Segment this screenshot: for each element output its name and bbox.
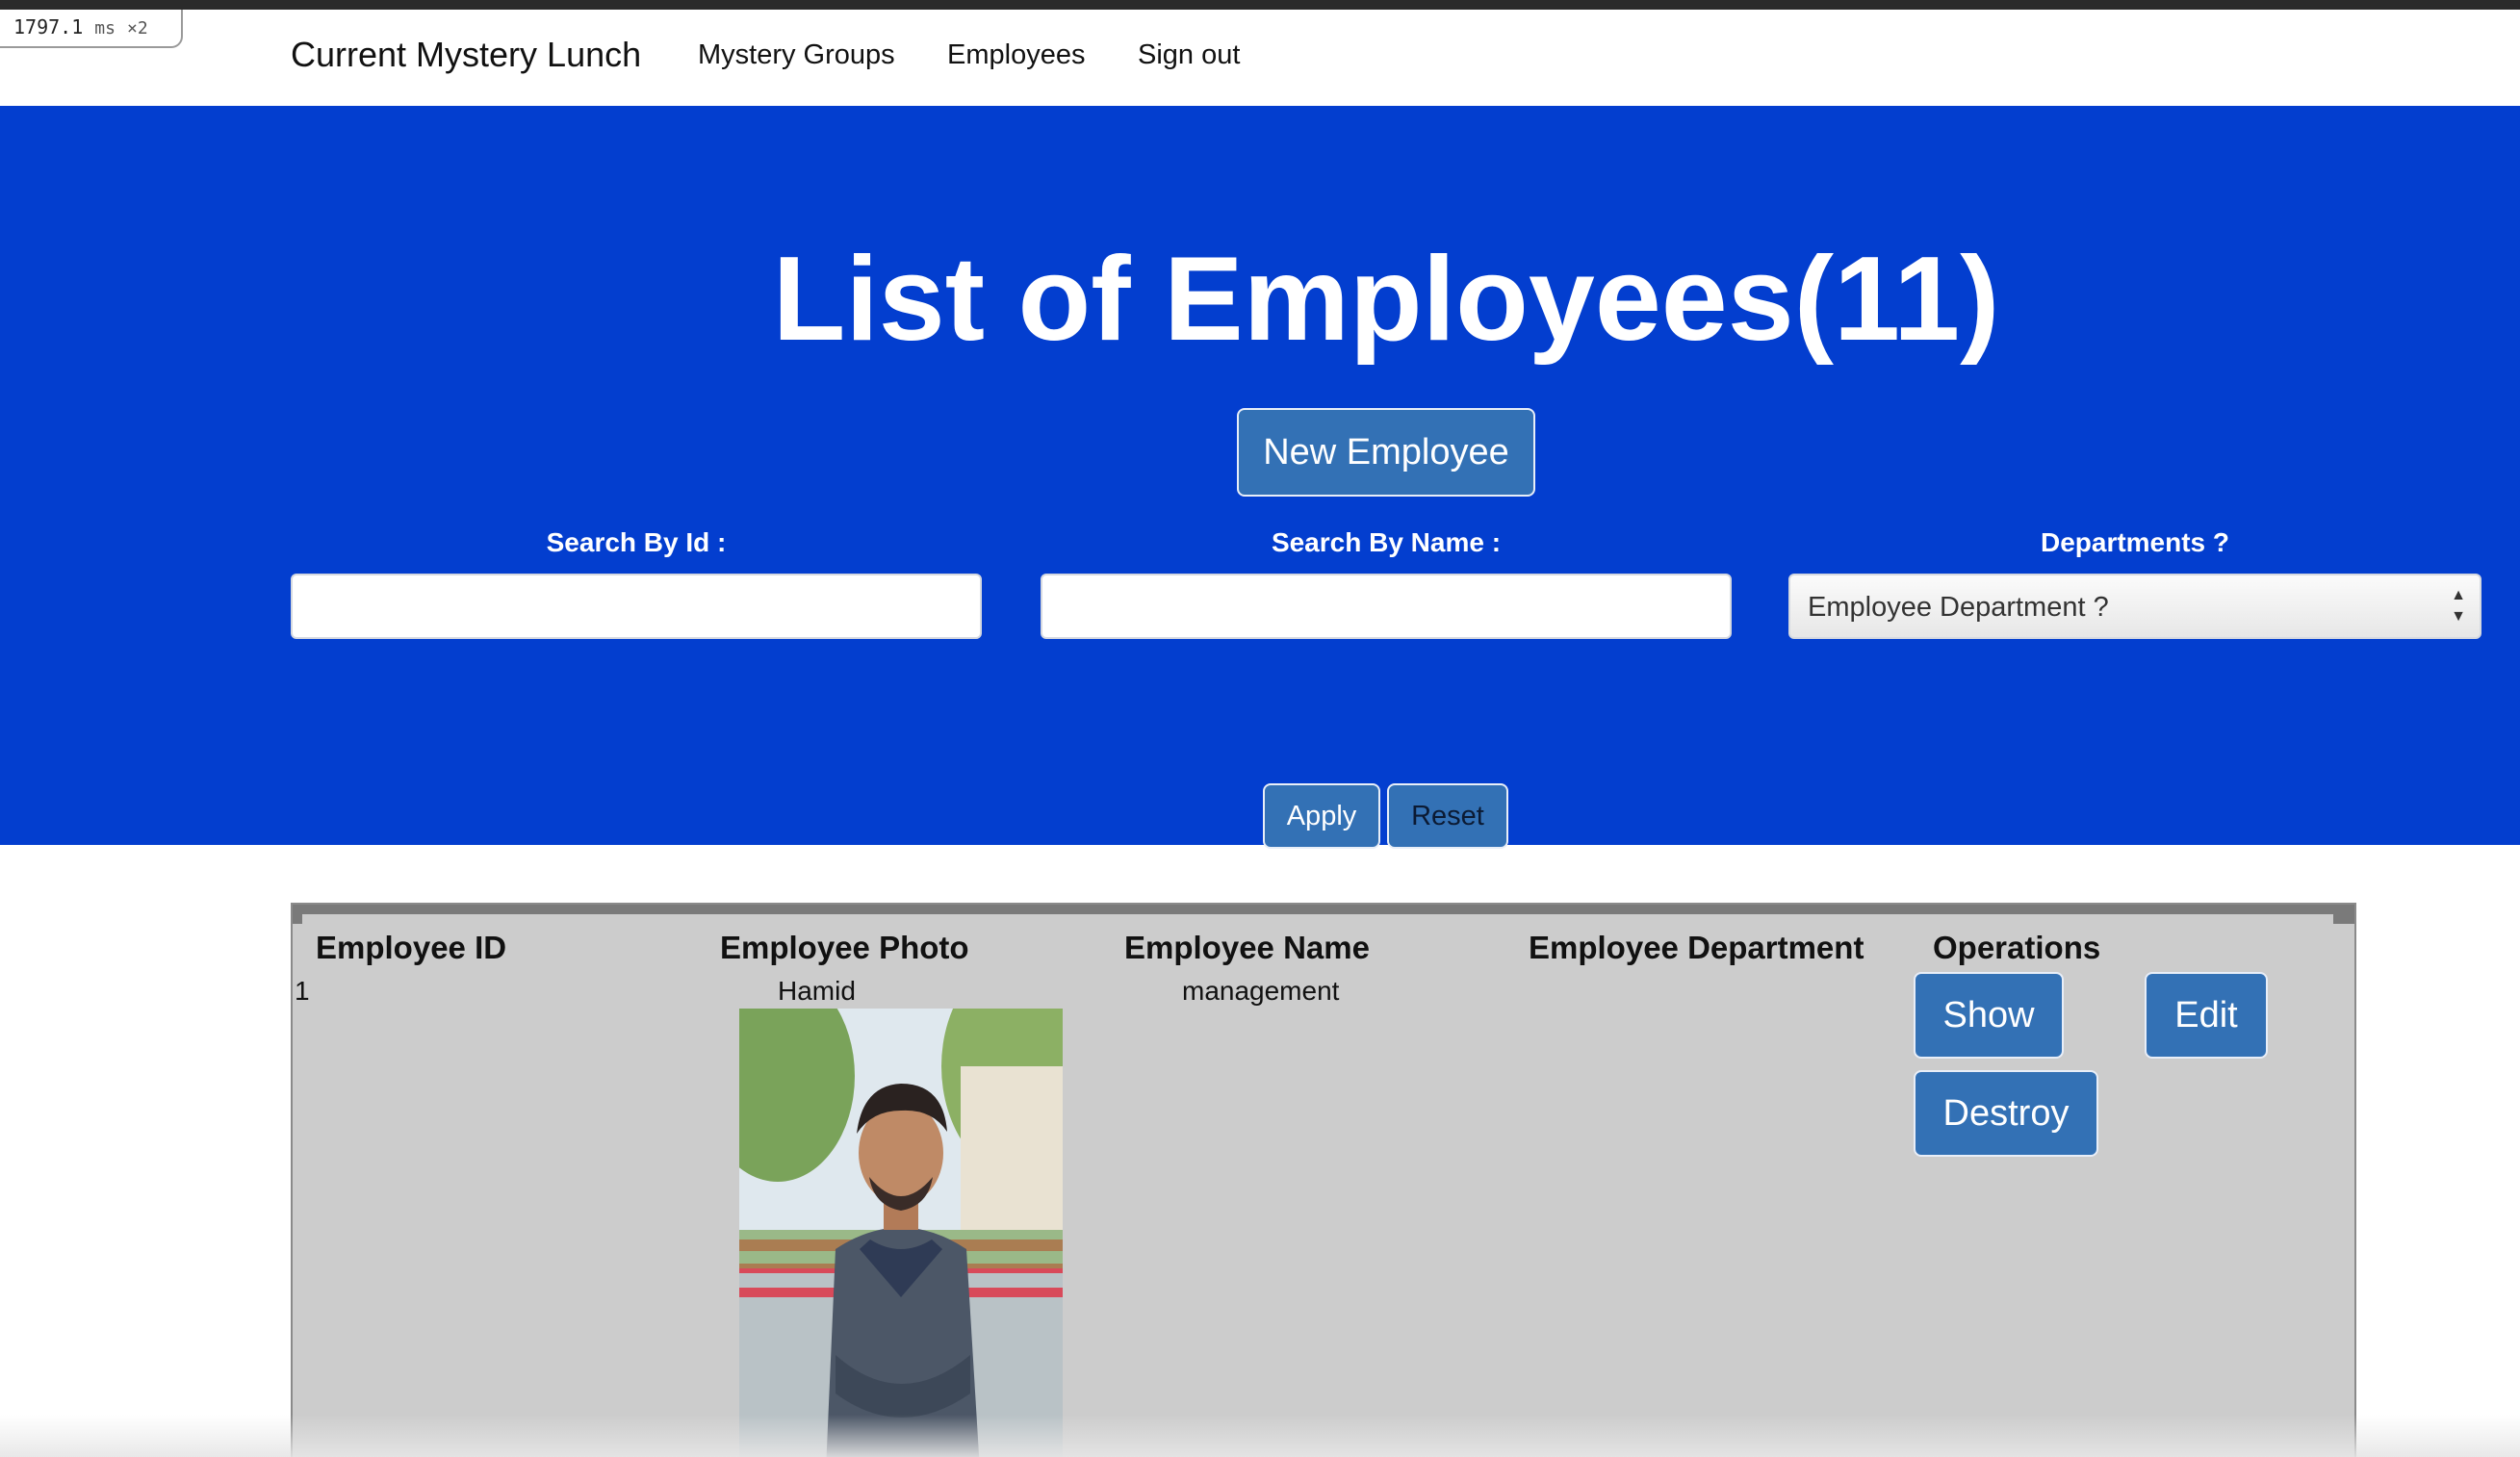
select-arrows-icon: ▲ ▼	[2451, 587, 2466, 625]
header-employee-id: Employee ID	[316, 930, 507, 965]
page-title: List of Employees(11)	[772, 233, 2000, 366]
search-name-input[interactable]	[1041, 574, 1732, 639]
nav-link-employees[interactable]: Employees	[947, 39, 1085, 71]
brand-link[interactable]: Current Mystery Lunch	[291, 35, 641, 75]
cell-employee-name: Hamid	[778, 976, 856, 1006]
cell-employee-department: management	[1182, 976, 1340, 1006]
navbar: Current Mystery Lunch Mystery Groups Emp…	[0, 10, 2520, 106]
search-id-input[interactable]	[291, 574, 982, 639]
employee-photo	[739, 1009, 1063, 1457]
search-id-label: Search By Id :	[546, 527, 727, 557]
employees-table: Employee ID Employee Photo Employee Name…	[291, 903, 2356, 1457]
header-employee-name: Employee Name	[1124, 930, 1370, 965]
cell-employee-id: 1	[295, 976, 310, 1006]
nav-link-mystery-groups[interactable]: Mystery Groups	[698, 39, 895, 71]
destroy-button[interactable]: Destroy	[1914, 1070, 2098, 1157]
perf-timing-badge: 1797.1 ms ×2	[0, 10, 183, 48]
reset-button[interactable]: Reset	[1387, 783, 1508, 849]
table-border	[293, 905, 2354, 924]
apply-button[interactable]: Apply	[1263, 783, 1380, 849]
nav-link-sign-out[interactable]: Sign out	[1138, 39, 1240, 71]
edit-button[interactable]: Edit	[2145, 972, 2268, 1059]
department-select-value: Employee Department ?	[1808, 592, 2109, 623]
header-operations: Operations	[1933, 930, 2101, 965]
perf-unit: ms	[94, 18, 116, 38]
header-employee-department: Employee Department	[1529, 930, 1864, 965]
show-button[interactable]: Show	[1914, 972, 2064, 1059]
department-select[interactable]: Employee Department ? ▲ ▼	[1788, 574, 2481, 639]
browser-top-strip	[0, 0, 2520, 10]
perf-multiplier: ×2	[127, 18, 148, 38]
new-employee-button[interactable]: New Employee	[1237, 408, 1535, 497]
perf-time: 1797.1	[13, 15, 84, 38]
header-employee-photo: Employee Photo	[720, 930, 969, 965]
hero-banner: List of Employees(11) New Employee Searc…	[0, 106, 2520, 849]
departments-label: Departments ?	[2040, 527, 2230, 557]
search-name-label: Search By Name :	[1271, 527, 1502, 557]
